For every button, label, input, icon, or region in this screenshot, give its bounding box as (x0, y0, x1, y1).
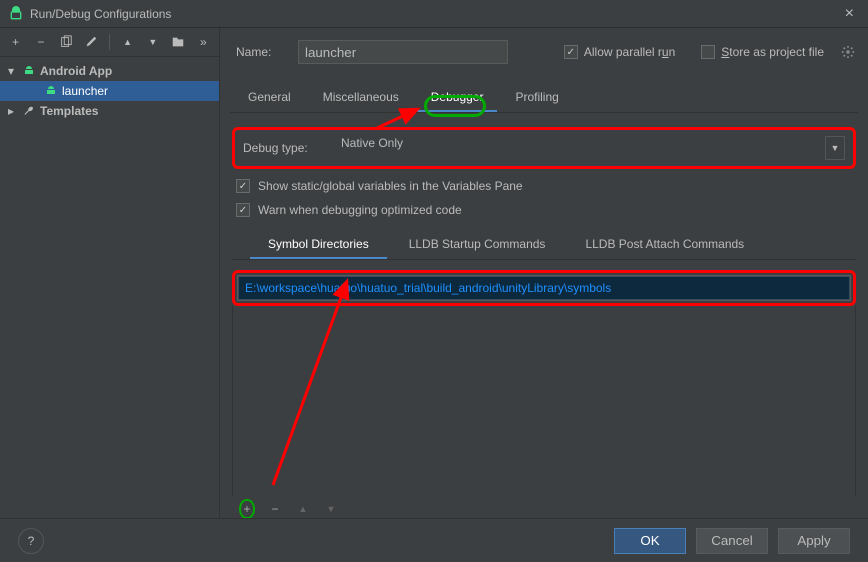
tab-debugger[interactable]: Debugger (417, 84, 498, 112)
store-as-project-checkbox[interactable]: Store as project file (701, 45, 824, 59)
warn-optimized-label: Warn when debugging optimized code (258, 203, 462, 217)
more-button[interactable]: » (196, 34, 211, 50)
show-static-label: Show static/global variables in the Vari… (258, 179, 523, 193)
name-label: Name: (236, 45, 286, 59)
checkbox-icon (236, 179, 250, 193)
add-symbol-dir-button[interactable]: + (238, 500, 256, 518)
right-panel: Name: Allow parallel run Store as projec… (220, 28, 868, 518)
expand-icon: ▸ (8, 104, 18, 118)
apply-button[interactable]: Apply (778, 528, 850, 554)
tree-label: Templates (40, 104, 98, 118)
checkbox-icon (236, 203, 250, 217)
android-icon (22, 64, 36, 78)
tree-label: launcher (62, 84, 108, 98)
tree-label: Android App (40, 64, 112, 78)
tab-miscellaneous[interactable]: Miscellaneous (309, 84, 413, 112)
allow-parallel-label: Allow parallel run (584, 45, 675, 59)
config-toolbar: + − ▲ ▼ » (0, 28, 219, 57)
checkbox-icon (701, 45, 715, 59)
left-sidebar: + − ▲ ▼ » ▾ Android App (0, 28, 220, 518)
gear-icon[interactable] (840, 44, 856, 60)
move-up-symbol-button[interactable]: ▲ (294, 500, 312, 518)
subtab-lldb-post-attach[interactable]: LLDB Post Attach Commands (567, 231, 762, 259)
move-down-symbol-button[interactable]: ▼ (322, 500, 340, 518)
tree-item-android-app[interactable]: ▾ Android App (0, 61, 219, 81)
symbol-path-row[interactable]: E:\workspace\huatuo\huatuo_trial\build_a… (238, 276, 850, 300)
android-icon (8, 6, 24, 22)
tab-general[interactable]: General (234, 84, 305, 112)
window-title: Run/Debug Configurations (30, 7, 839, 21)
allow-parallel-checkbox[interactable]: Allow parallel run (564, 45, 675, 59)
remove-symbol-dir-button[interactable]: − (266, 500, 284, 518)
copy-config-button[interactable] (59, 34, 74, 50)
debug-type-row: Debug type: Native Only ▼ (232, 127, 856, 169)
cancel-button[interactable]: Cancel (696, 528, 768, 554)
debug-type-label: Debug type: (243, 141, 327, 155)
main-tabs: General Miscellaneous Debugger Profiling (230, 84, 858, 113)
close-icon[interactable]: × (839, 5, 860, 23)
debug-type-select[interactable]: Native Only (335, 136, 811, 160)
add-config-button[interactable]: + (8, 34, 23, 50)
store-as-project-label: Store as project file (721, 45, 824, 59)
checkbox-icon (564, 45, 578, 59)
dialog-buttons: ? OK Cancel Apply (0, 518, 868, 562)
wrench-icon (22, 104, 36, 118)
collapse-icon: ▾ (8, 64, 18, 78)
tree-item-templates[interactable]: ▸ Templates (0, 101, 219, 121)
name-input[interactable] (298, 40, 508, 64)
subtab-symbol-directories[interactable]: Symbol Directories (250, 231, 387, 259)
tab-profiling[interactable]: Profiling (501, 84, 572, 112)
warn-optimized-checkbox[interactable]: Warn when debugging optimized code (236, 203, 852, 217)
config-tree: ▾ Android App launcher ▸ Templates (0, 57, 219, 518)
ok-button[interactable]: OK (614, 528, 686, 554)
subtab-lldb-startup[interactable]: LLDB Startup Commands (391, 231, 564, 259)
help-button[interactable]: ? (18, 528, 44, 554)
move-down-button[interactable]: ▼ (145, 34, 160, 50)
edit-templates-button[interactable] (84, 34, 99, 50)
debugger-subtabs: Symbol Directories LLDB Startup Commands… (232, 231, 856, 260)
dropdown-arrow-icon[interactable]: ▼ (825, 136, 845, 160)
tree-item-launcher[interactable]: launcher (0, 81, 219, 101)
remove-config-button[interactable]: − (33, 34, 48, 50)
android-icon (44, 84, 58, 98)
symbol-list-area[interactable] (232, 306, 856, 496)
symbol-directories-list: E:\workspace\huatuo\huatuo_trial\build_a… (232, 270, 856, 306)
folder-button[interactable] (170, 34, 185, 50)
move-up-button[interactable]: ▲ (120, 34, 135, 50)
separator (109, 34, 110, 50)
show-static-checkbox[interactable]: Show static/global variables in the Vari… (236, 179, 852, 193)
